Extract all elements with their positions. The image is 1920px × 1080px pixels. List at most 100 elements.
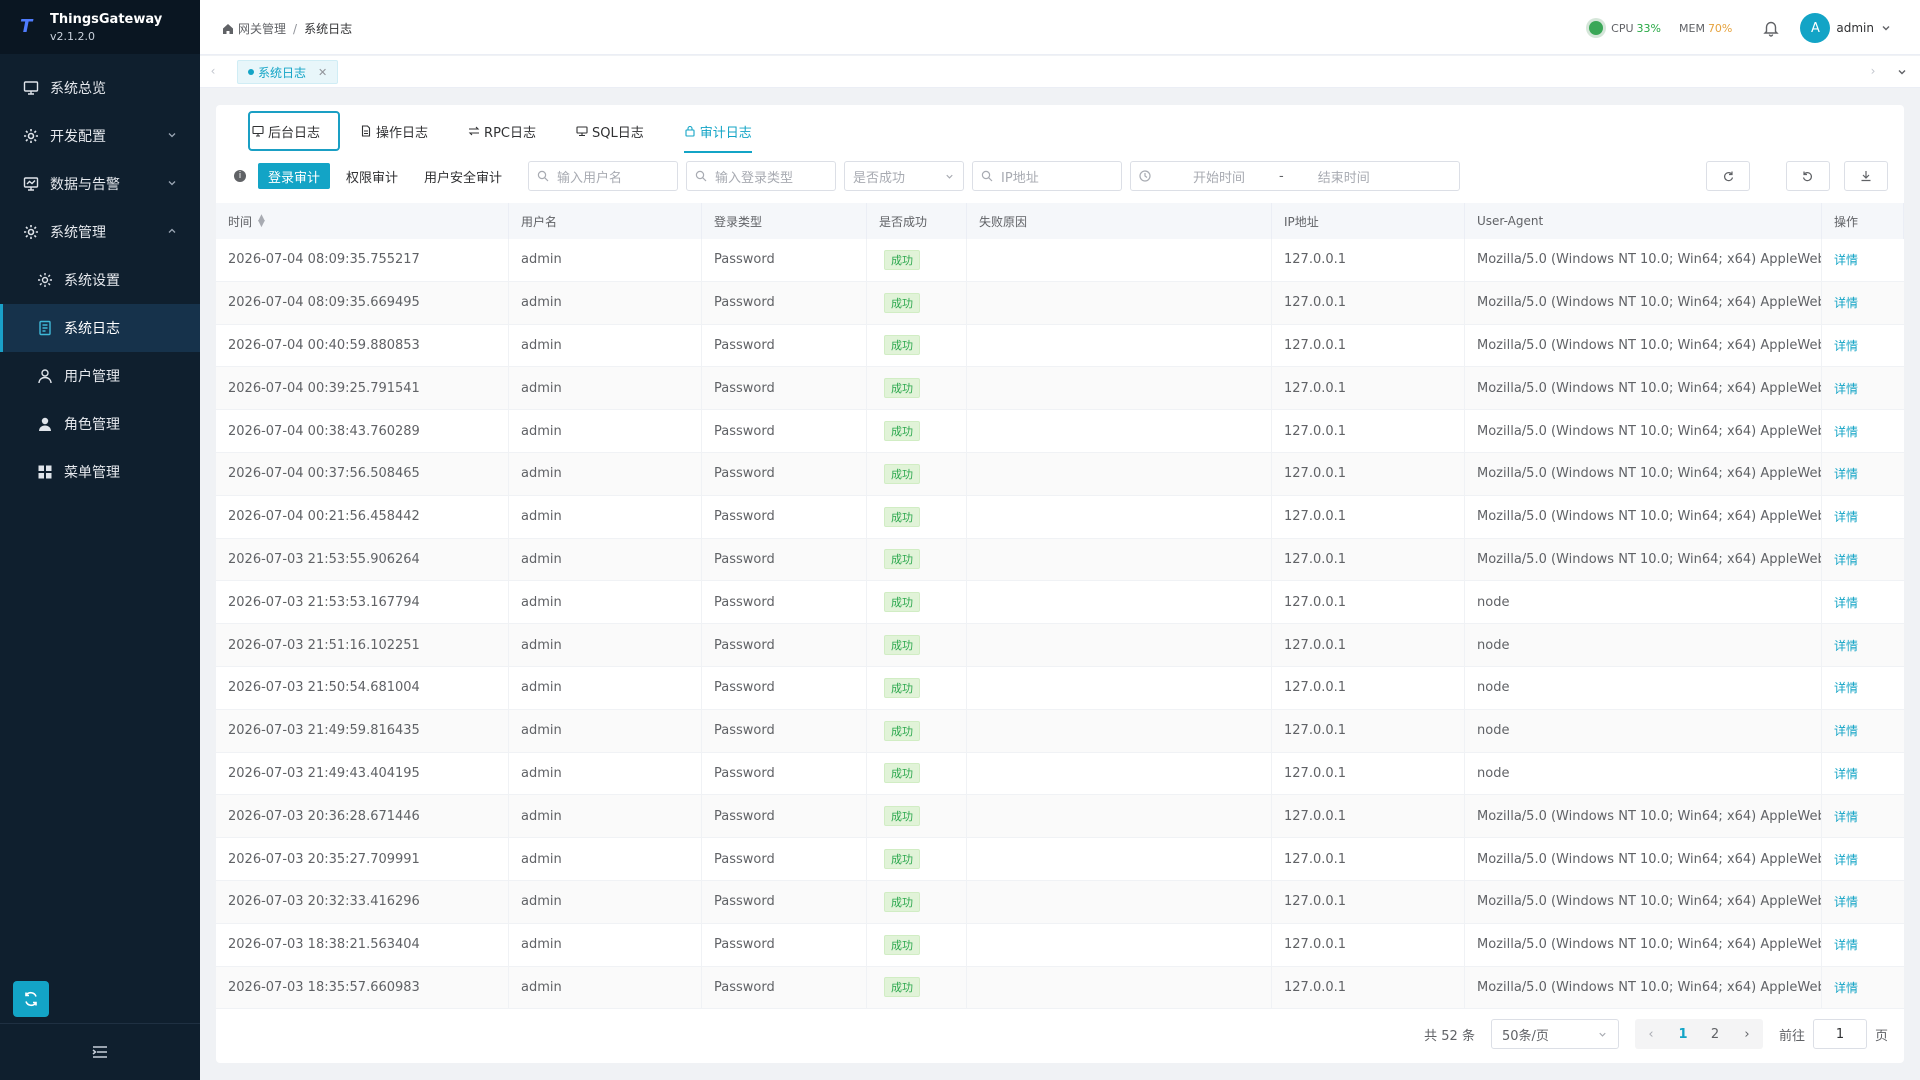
login-audit-button[interactable]: 登录审计 bbox=[258, 163, 331, 189]
detail-link[interactable]: 详情 bbox=[1834, 936, 1858, 953]
avatar[interactable]: A bbox=[1800, 13, 1831, 43]
column-header-login-type: 登录类型 bbox=[702, 203, 867, 239]
detail-link[interactable]: 详情 bbox=[1834, 808, 1858, 825]
detail-link[interactable]: 详情 bbox=[1834, 679, 1858, 696]
cell-action: 详情 bbox=[1822, 838, 1904, 880]
permission-audit-button[interactable]: 权限审计 bbox=[336, 163, 408, 189]
tab-sql-log[interactable]: SQL日志 bbox=[576, 111, 644, 151]
detail-link[interactable]: 详情 bbox=[1834, 551, 1858, 568]
chevron-down-icon bbox=[168, 133, 176, 138]
detail-link[interactable]: 详情 bbox=[1834, 722, 1858, 739]
detail-link[interactable]: 详情 bbox=[1834, 637, 1858, 654]
swap-icon bbox=[468, 126, 480, 136]
sidebar-item-system-log[interactable]: 系统日志 bbox=[0, 304, 200, 352]
column-header-action: 操作 bbox=[1822, 203, 1904, 239]
export-button[interactable] bbox=[1844, 161, 1888, 191]
sidebar-collapse-button[interactable] bbox=[0, 1023, 200, 1080]
tab-backend-log[interactable]: 后台日志 bbox=[248, 111, 341, 151]
sort-icon[interactable]: ▲ ▼ bbox=[258, 214, 265, 229]
sidebar-item-label: 菜单管理 bbox=[64, 465, 120, 481]
cell-login-type: Password bbox=[702, 367, 867, 410]
next-page-button[interactable]: › bbox=[1731, 1019, 1763, 1049]
detail-link[interactable]: 详情 bbox=[1834, 765, 1858, 782]
close-icon[interactable]: ✕ bbox=[318, 66, 327, 79]
cell-user: admin bbox=[509, 324, 702, 367]
success-select[interactable]: 是否成功 bbox=[844, 161, 965, 191]
sidebar-item-label: 数据与告警 bbox=[50, 177, 120, 193]
detail-link[interactable]: 详情 bbox=[1834, 851, 1858, 868]
page-2-button[interactable]: 2 bbox=[1699, 1019, 1731, 1049]
user-security-audit-button[interactable]: 用户安全审计 bbox=[414, 163, 512, 189]
page-size-select[interactable]: 50条/页 bbox=[1490, 1019, 1619, 1049]
detail-link[interactable]: 详情 bbox=[1834, 251, 1858, 268]
refresh-icon bbox=[25, 991, 37, 1007]
sidebar-item-overview[interactable]: 系统总览 bbox=[0, 64, 200, 112]
refresh-icon bbox=[1724, 171, 1734, 182]
page-tab-system-log[interactable]: 系统日志 ✕ bbox=[237, 60, 339, 84]
column-header-time[interactable]: 时间 ▲ ▼ bbox=[216, 203, 509, 239]
cell-login-type: Password bbox=[702, 410, 867, 452]
login-type-input[interactable]: 输入登录类型 bbox=[686, 161, 837, 191]
username-input[interactable]: 输入用户名 bbox=[528, 161, 679, 191]
sidebar-item-menu-manage[interactable]: 菜单管理 bbox=[0, 448, 200, 496]
reset-button[interactable] bbox=[1786, 161, 1830, 191]
detail-link[interactable]: 详情 bbox=[1834, 423, 1858, 440]
sidebar-item-system-settings[interactable]: 系统设置 bbox=[0, 256, 200, 304]
chevron-down-icon bbox=[946, 174, 953, 179]
sidebar-item-data-alarm[interactable]: 数据与告警 bbox=[0, 160, 200, 208]
cell-login-type: Password bbox=[702, 666, 867, 709]
cell-fail-reason bbox=[967, 966, 1272, 1009]
goto-page-input[interactable]: 1 bbox=[1812, 1019, 1867, 1049]
cell-success: 成功 bbox=[867, 838, 967, 880]
cell-user: admin bbox=[509, 838, 702, 880]
date-range-picker[interactable]: 开始时间 - 结束时间 bbox=[1130, 161, 1461, 191]
cell-success: 成功 bbox=[867, 752, 967, 795]
detail-link[interactable]: 详情 bbox=[1834, 337, 1858, 354]
cell-login-type: Password bbox=[702, 923, 867, 966]
sidebar-item-dev-config[interactable]: 开发配置 bbox=[0, 112, 200, 160]
tab-audit-log[interactable]: 审计日志 bbox=[683, 111, 752, 153]
cell-ip: 127.0.0.1 bbox=[1272, 239, 1465, 281]
cell-login-type: Password bbox=[702, 838, 867, 880]
detail-link[interactable]: 详情 bbox=[1834, 508, 1858, 525]
detail-link[interactable]: 详情 bbox=[1834, 380, 1858, 397]
cell-success: 成功 bbox=[867, 495, 967, 538]
bell-icon[interactable] bbox=[1762, 19, 1780, 37]
status-badge: 成功 bbox=[884, 635, 920, 656]
detail-link[interactable]: 详情 bbox=[1834, 979, 1858, 996]
cell-time: 2026-07-03 21:50:54.681004 bbox=[216, 666, 509, 709]
cell-login-type: Password bbox=[702, 281, 867, 324]
total-count: 共 52 条 bbox=[1424, 1028, 1475, 1044]
username[interactable]: admin bbox=[1836, 21, 1874, 35]
chevron-down-icon[interactable] bbox=[1880, 22, 1892, 34]
breadcrumb-item[interactable]: 网关管理 bbox=[238, 20, 286, 37]
sidebar-item-system-manage[interactable]: 系统管理 bbox=[0, 208, 200, 256]
cell-success: 成功 bbox=[867, 367, 967, 410]
info-icon[interactable]: i bbox=[234, 170, 246, 182]
tab-rpc-log[interactable]: RPC日志 bbox=[468, 111, 536, 151]
chevron-down-icon[interactable] bbox=[1896, 66, 1908, 78]
cell-action: 详情 bbox=[1822, 496, 1904, 538]
cell-success: 成功 bbox=[867, 709, 967, 752]
cell-fail-reason bbox=[967, 838, 1272, 880]
document-icon bbox=[36, 319, 54, 337]
chevron-left-icon[interactable]: ‹ bbox=[206, 64, 220, 78]
status-badge: 成功 bbox=[884, 977, 920, 998]
ip-input[interactable]: IP地址 bbox=[972, 161, 1123, 191]
cell-user: admin bbox=[509, 367, 702, 410]
chevron-right-icon[interactable]: › bbox=[1866, 64, 1880, 78]
table-body: 2026-07-04 08:09:35.755217 admin Password 成… bbox=[216, 239, 1904, 1010]
detail-link[interactable]: 详情 bbox=[1834, 465, 1858, 482]
detail-link[interactable]: 详情 bbox=[1834, 893, 1858, 910]
sidebar-item-role-manage[interactable]: 角色管理 bbox=[0, 400, 200, 448]
detail-link[interactable]: 详情 bbox=[1834, 594, 1858, 611]
sidebar-item-user-manage[interactable]: 用户管理 bbox=[0, 352, 200, 400]
search-refresh-button[interactable] bbox=[1706, 161, 1750, 191]
page-1-button[interactable]: 1 bbox=[1667, 1019, 1699, 1049]
cell-action: 详情 bbox=[1822, 282, 1904, 324]
cell-fail-reason bbox=[967, 624, 1272, 666]
refresh-button[interactable] bbox=[13, 981, 49, 1017]
prev-page-button[interactable]: ‹ bbox=[1635, 1019, 1667, 1049]
tab-operation-log[interactable]: 操作日志 bbox=[360, 111, 428, 151]
detail-link[interactable]: 详情 bbox=[1834, 294, 1858, 311]
